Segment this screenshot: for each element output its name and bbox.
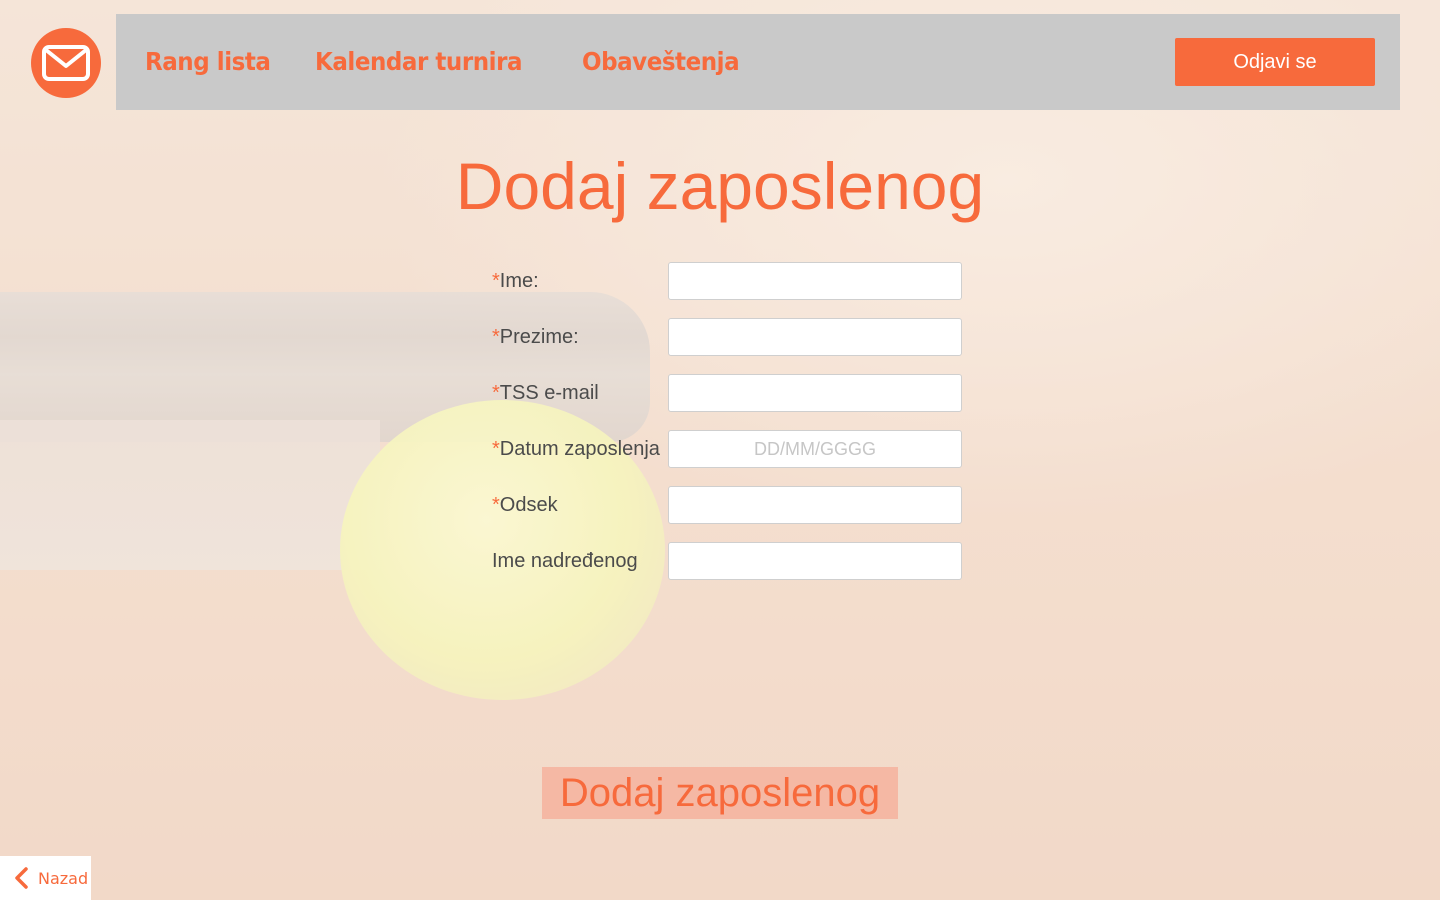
field-label: *Prezime: [492, 326, 579, 349]
supervisor-input[interactable] [668, 542, 962, 580]
required-mark: * [492, 270, 500, 292]
back-button[interactable]: Nazad [0, 856, 91, 900]
required-mark: * [492, 494, 500, 516]
nav-obavestenja[interactable]: Obaveštenja [582, 47, 740, 76]
nav-rang-lista[interactable]: Rang lista [145, 47, 271, 76]
field-label: *Ime: [492, 270, 539, 293]
ime-input[interactable] [668, 262, 962, 300]
required-mark: * [492, 438, 500, 460]
prezime-input[interactable] [668, 318, 962, 356]
submit-button[interactable]: Dodaj zaposlenog [542, 767, 898, 819]
date-input[interactable] [668, 430, 962, 468]
field-label-text: Prezime: [499, 326, 579, 348]
field-label: Ime nadređenog [492, 550, 638, 573]
email-input[interactable] [668, 374, 962, 412]
field-label-text: Datum zaposlenja [499, 438, 660, 460]
field-label: *TSS e-mail [492, 382, 599, 405]
nav-kalendar-turnira[interactable]: Kalendar turnira [315, 47, 522, 76]
field-label-text: Ime nadređenog [492, 550, 638, 572]
required-mark: * [492, 382, 500, 404]
field-label: *Odsek [492, 494, 558, 517]
field-label-text: Ime: [499, 270, 539, 292]
back-label: Nazad [38, 868, 89, 888]
odsek-input[interactable] [668, 486, 962, 524]
logout-button[interactable]: Odjavi se [1175, 38, 1375, 86]
field-label-text: Odsek [499, 494, 558, 516]
envelope-icon [42, 45, 90, 81]
chevron-left-icon [15, 867, 28, 889]
page-title: Dodaj zaposlenog [455, 149, 985, 223]
required-mark: * [492, 326, 500, 348]
logo[interactable] [31, 28, 101, 98]
field-label: *Datum zaposlenja [492, 438, 660, 461]
field-label-text: TSS e-mail [499, 382, 599, 404]
